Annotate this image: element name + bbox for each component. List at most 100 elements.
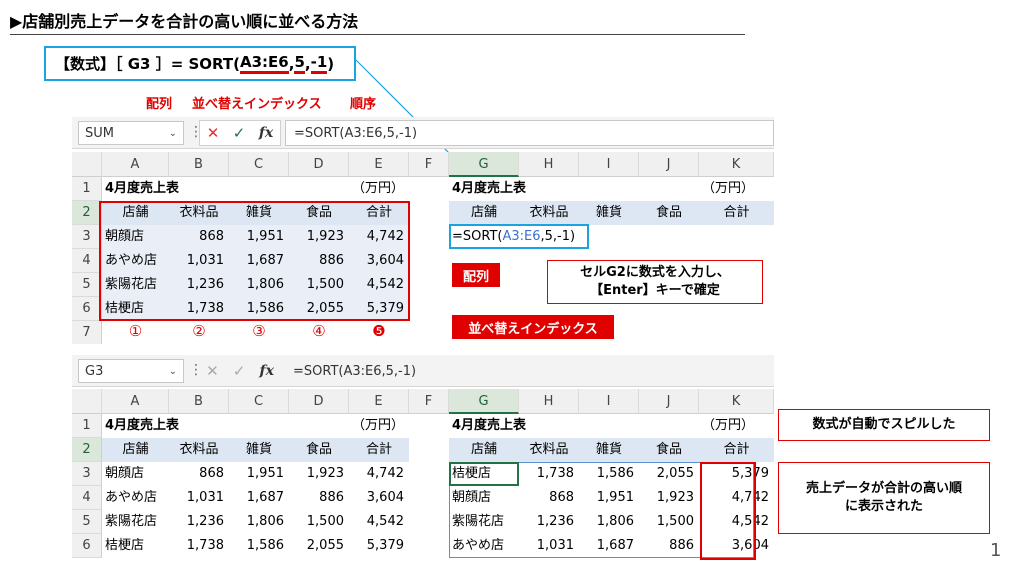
header-cell[interactable]: 合計: [349, 438, 409, 462]
column-header-j[interactable]: J: [639, 389, 699, 414]
column-header-k[interactable]: K: [699, 389, 774, 414]
fx-icon[interactable]: fx: [260, 363, 274, 379]
table-title[interactable]: 4月度売上表: [102, 414, 232, 438]
header-cell-right[interactable]: 店舗: [449, 438, 519, 462]
data-cell[interactable]: 2,055: [289, 534, 349, 558]
column-header-a[interactable]: A: [102, 389, 169, 414]
chevron-down-icon[interactable]: ⌄: [169, 366, 177, 377]
data-cell[interactable]: 1,738: [169, 534, 229, 558]
unit-label[interactable]: （万円）: [349, 177, 409, 201]
index-marker-5: ❺: [372, 322, 386, 340]
table-title-right[interactable]: 4月度売上表: [449, 177, 579, 201]
data-cell[interactable]: 886: [289, 486, 349, 510]
data-cell[interactable]: 1,687: [229, 486, 289, 510]
unit-label[interactable]: （万円）: [349, 414, 409, 438]
header-cell-right[interactable]: 衣料品: [519, 438, 579, 462]
check-icon[interactable]: ✓: [233, 362, 246, 380]
chevron-down-icon[interactable]: ⌄: [169, 128, 177, 139]
header-cell-right[interactable]: 食品: [639, 201, 699, 225]
cancel-icon[interactable]: ✕: [206, 362, 219, 380]
formula-input-bottom[interactable]: =SORT(A3:E6,5,-1): [285, 358, 774, 384]
column-header-c[interactable]: C: [229, 389, 289, 414]
header-cell-right[interactable]: 衣料品: [519, 201, 579, 225]
row-header-4[interactable]: 4: [72, 486, 102, 510]
name-box-value: G3: [85, 363, 104, 379]
header-cell-right[interactable]: 雑貨: [579, 438, 639, 462]
callout-result-line2: に表示された: [844, 499, 923, 514]
unit-label-right[interactable]: （万円）: [699, 414, 769, 438]
header-cell-right[interactable]: 食品: [639, 438, 699, 462]
cancel-icon[interactable]: ✕: [207, 124, 220, 142]
data-cell[interactable]: 桔梗店: [102, 534, 169, 558]
column-header-b[interactable]: B: [169, 152, 229, 177]
column-header-f[interactable]: F: [409, 389, 449, 414]
data-cell[interactable]: 868: [169, 462, 229, 486]
column-header-i[interactable]: I: [579, 389, 639, 414]
row-header-6[interactable]: 6: [72, 297, 102, 321]
formula-input-top[interactable]: =SORT(A3:E6,5,-1): [285, 120, 774, 146]
header-cell-right[interactable]: 店舗: [449, 201, 519, 225]
column-header-e[interactable]: E: [349, 389, 409, 414]
header-cell-right[interactable]: 合計: [699, 438, 774, 462]
row-header-7[interactable]: 7: [72, 321, 102, 344]
callout-result: 売上データが合計の高い順 に表示された: [778, 462, 990, 534]
header-cell[interactable]: 食品: [289, 438, 349, 462]
column-header-d[interactable]: D: [289, 389, 349, 414]
header-cell[interactable]: 店舗: [102, 438, 169, 462]
row-header-5[interactable]: 5: [72, 273, 102, 297]
header-cell[interactable]: 雑貨: [229, 438, 289, 462]
table-title-right[interactable]: 4月度売上表: [449, 414, 579, 438]
column-header-k[interactable]: K: [699, 152, 774, 177]
formula-buttons-top: ✕ ✓ fx: [199, 120, 281, 146]
data-cell[interactable]: 1,236: [169, 510, 229, 534]
column-header-g[interactable]: G: [449, 389, 519, 414]
column-header-e[interactable]: E: [349, 152, 409, 177]
data-cell[interactable]: 紫陽花店: [102, 510, 169, 534]
data-cell[interactable]: 1,586: [229, 534, 289, 558]
row-header-4[interactable]: 4: [72, 249, 102, 273]
table-title[interactable]: 4月度売上表: [102, 177, 232, 201]
column-header-g[interactable]: G: [449, 152, 519, 177]
column-header-h[interactable]: H: [519, 152, 579, 177]
header-cell-right[interactable]: 雑貨: [579, 201, 639, 225]
data-cell[interactable]: 4,742: [349, 462, 409, 486]
column-header-h[interactable]: H: [519, 389, 579, 414]
select-all-corner[interactable]: [72, 152, 102, 177]
data-cell[interactable]: 3,604: [349, 486, 409, 510]
row-header-5[interactable]: 5: [72, 510, 102, 534]
data-cell[interactable]: 1,806: [229, 510, 289, 534]
row-header-2[interactable]: 2: [72, 201, 102, 225]
row-header-3[interactable]: 3: [72, 462, 102, 486]
name-box-top[interactable]: SUM ⌄: [78, 121, 184, 145]
column-header-d[interactable]: D: [289, 152, 349, 177]
data-cell[interactable]: 1,500: [289, 510, 349, 534]
data-cell[interactable]: あやめ店: [102, 486, 169, 510]
data-cell[interactable]: 1,923: [289, 462, 349, 486]
header-cell[interactable]: 衣料品: [169, 438, 229, 462]
data-cell[interactable]: 朝顔店: [102, 462, 169, 486]
name-box-bottom[interactable]: G3 ⌄: [78, 359, 184, 383]
column-header-j[interactable]: J: [639, 152, 699, 177]
column-header-a[interactable]: A: [102, 152, 169, 177]
data-cell[interactable]: 4,542: [349, 510, 409, 534]
column-header-c[interactable]: C: [229, 152, 289, 177]
header-cell-right[interactable]: 合計: [699, 201, 774, 225]
column-header-i[interactable]: I: [579, 152, 639, 177]
callout-instruction: セルG2に数式を入力し、 【Enter】キーで確定: [547, 260, 763, 304]
column-header-f[interactable]: F: [409, 152, 449, 177]
data-cell[interactable]: 1,031: [169, 486, 229, 510]
data-cell[interactable]: 5,379: [349, 534, 409, 558]
row-header-6[interactable]: 6: [72, 534, 102, 558]
row-header-3[interactable]: 3: [72, 225, 102, 249]
active-cell-g3-highlight: [449, 224, 589, 249]
select-all-corner[interactable]: [72, 389, 102, 414]
unit-label-right[interactable]: （万円）: [699, 177, 769, 201]
data-cell[interactable]: 1,951: [229, 462, 289, 486]
fx-icon[interactable]: fx: [259, 125, 273, 141]
column-header-b[interactable]: B: [169, 389, 229, 414]
check-icon[interactable]: ✓: [233, 124, 246, 142]
row-header-2[interactable]: 2: [72, 438, 102, 462]
array-highlight: [99, 201, 410, 321]
row-header-1[interactable]: 1: [72, 177, 102, 201]
row-header-1[interactable]: 1: [72, 414, 102, 438]
